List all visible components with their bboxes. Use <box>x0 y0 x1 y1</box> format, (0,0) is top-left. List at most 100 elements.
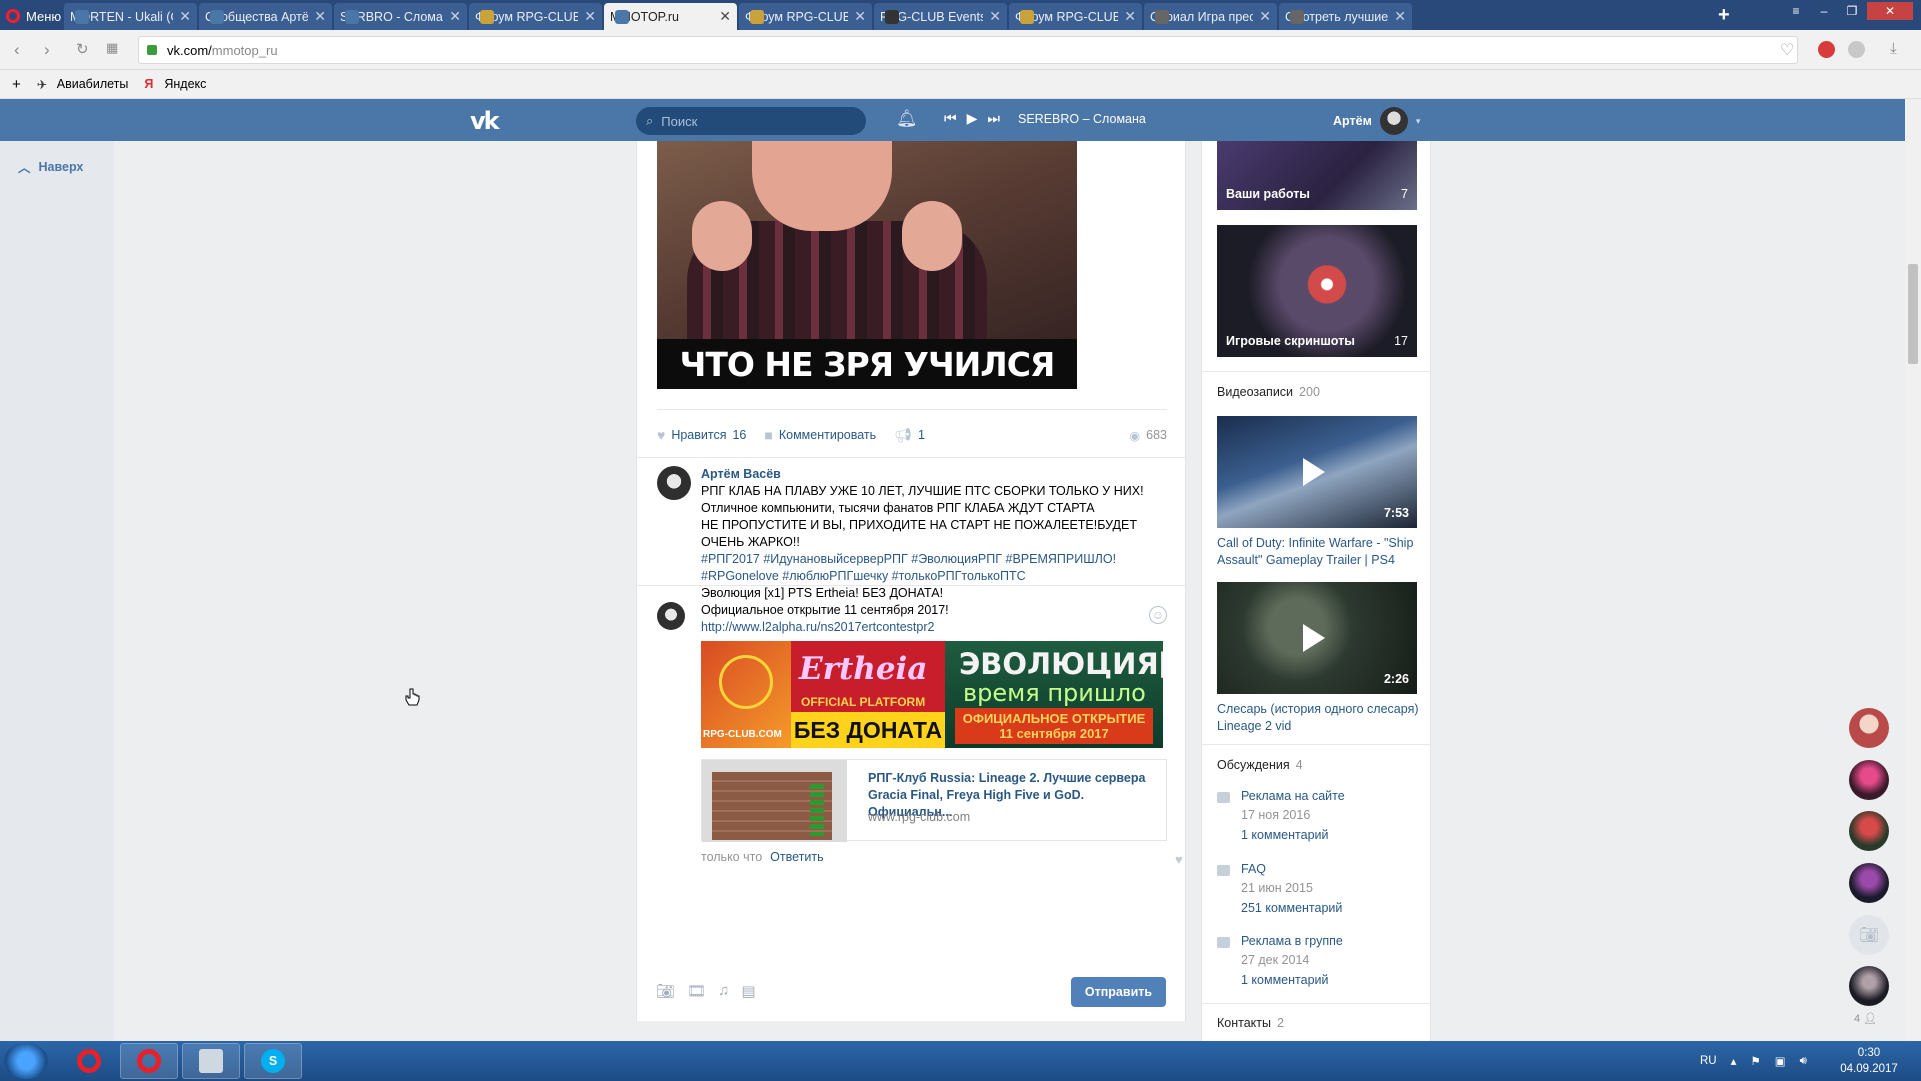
minimize-button[interactable]: – <box>1811 2 1837 20</box>
friend-avatar[interactable] <box>1849 966 1889 1006</box>
comment-input[interactable] <box>697 599 1137 635</box>
previous-track-icon[interactable]: ⏮︎ <box>944 110 957 127</box>
album-game-screenshots[interactable]: Игровые скриншоты 17 <box>1217 225 1417 357</box>
link-preview-card[interactable]: РПГ-Клуб Russia: Lineage 2. Лучшие серве… <box>701 759 1167 842</box>
videos-header[interactable]: Видеозаписи 200 <box>1217 385 1320 399</box>
page-scrollbar[interactable] <box>1905 99 1921 1041</box>
tab-close-icon[interactable]: ✕ <box>314 8 326 25</box>
comment-hashtags[interactable]: #РПГ2017 #ИдунановыйсерверРПГ #ЭволюцияР… <box>701 551 1171 568</box>
tab-close-icon[interactable]: ✕ <box>719 8 731 25</box>
bookmark-heart-icon[interactable]: ♡ <box>1780 40 1794 60</box>
discussion-comments[interactable]: 1 комментарий <box>1241 973 1328 987</box>
back-icon[interactable]: ‹ <box>14 40 20 60</box>
contacts-header[interactable]: Контакты 2 <box>1217 1016 1284 1030</box>
volume-icon[interactable]: 🔊︎ <box>1800 1055 1807 1068</box>
scrollbar-thumb[interactable] <box>1908 264 1918 364</box>
user-menu[interactable]: Артём ▾ <box>1333 107 1420 135</box>
tab-close-icon[interactable]: ✕ <box>989 8 1001 25</box>
taskbar-opera-pinned[interactable] <box>60 1043 118 1079</box>
taskbar-skype[interactable]: S <box>244 1043 302 1079</box>
post-image[interactable]: ЧТО НЕ ЗРЯ УЧИЛСЯ <box>657 141 1077 389</box>
tab-close-icon[interactable]: ✕ <box>1394 8 1406 25</box>
browser-tab[interactable]: Форум RPG-CLUB. Т✕ <box>469 3 602 30</box>
download-icon[interactable]: ⤓ <box>1890 40 1897 57</box>
system-clock[interactable]: 0:30 04.09.2017 <box>1838 1045 1900 1077</box>
camera-icon[interactable]: 📷︎ <box>656 982 675 1000</box>
video-title[interactable]: Слесарь (история одного слесаря) Lineage… <box>1217 701 1422 735</box>
share-button[interactable]: 📢︎ 1 <box>894 427 925 444</box>
tab-close-icon[interactable]: ✕ <box>1124 8 1136 25</box>
browser-tab[interactable]: SERBRO - Сломана✕ <box>334 3 467 30</box>
music-icon[interactable]: ♫ <box>718 982 729 1000</box>
video-thumbnail[interactable]: 2:26 <box>1217 582 1417 694</box>
add-bookmark-icon[interactable]: + <box>12 76 21 93</box>
taskbar-opera-window[interactable] <box>120 1043 178 1079</box>
comment-author-avatar[interactable] <box>657 466 691 500</box>
reload-icon[interactable]: ↻ <box>76 40 89 58</box>
speed-dial-icon[interactable]: ▦ <box>106 40 118 56</box>
discussion-title[interactable]: Реклама на сайте <box>1241 789 1345 803</box>
video-thumbnail[interactable]: 7:53 <box>1217 416 1417 528</box>
start-button[interactable] <box>4 1043 48 1079</box>
like-button[interactable]: ♥ Нравится 16 <box>657 427 746 443</box>
browser-tab[interactable]: RPG-CLUB Events Sc✕ <box>874 3 1007 30</box>
browser-tab[interactable]: Форум RPG-CLUB. Т✕ <box>1009 3 1142 30</box>
document-icon[interactable]: ▤ <box>741 982 755 1000</box>
notifications-bell-icon[interactable]: 🔔︎ <box>896 109 918 129</box>
tab-close-icon[interactable]: ✕ <box>179 8 191 25</box>
comment-author[interactable]: Артём Васёв <box>701 466 1171 483</box>
input-language[interactable]: RU <box>1700 1055 1717 1067</box>
discussion-comments[interactable]: 1 комментарий <box>1241 828 1328 842</box>
forward-icon[interactable]: › <box>44 40 50 60</box>
browser-tab[interactable]: Сериал Игра прест ✕ <box>1144 3 1277 30</box>
network-icon[interactable]: ▣ <box>1775 1054 1786 1068</box>
new-tab-button[interactable]: + <box>1718 4 1730 27</box>
globe-extension-icon[interactable] <box>1848 41 1865 58</box>
tab-menu-icon[interactable]: ≡ <box>1783 2 1809 20</box>
friend-avatar[interactable] <box>1849 708 1889 748</box>
play-icon[interactable]: ▶︎ <box>967 110 978 127</box>
friend-avatar[interactable] <box>1849 863 1889 903</box>
browser-tab[interactable]: Смотреть лучшие с ✕ <box>1279 3 1412 30</box>
comment-banner-image[interactable]: RPG-CLUB.COM Ertheia OFFICIAL PLATFORM Б… <box>701 641 1163 748</box>
send-button[interactable]: Отправить <box>1071 977 1166 1007</box>
scroll-top-button[interactable]: ︿ Наверх <box>18 157 83 176</box>
tab-close-icon[interactable]: ✕ <box>584 8 596 25</box>
browser-tab[interactable]: Форум RPG-CLUB. Т✕ <box>739 3 872 30</box>
flag-icon[interactable]: ⚑ <box>1750 1054 1760 1068</box>
url-input[interactable]: vk.com/mmotop_ru <box>138 36 1798 64</box>
discussion-comments[interactable]: 251 комментарий <box>1241 901 1342 915</box>
bookmark-aviabilety[interactable]: ✈ Авиабилеты <box>37 77 129 92</box>
tab-close-icon[interactable]: ✕ <box>1259 8 1271 25</box>
emoji-icon[interactable]: ☺ <box>1149 606 1167 624</box>
camera-icon[interactable]: 📷︎ <box>1849 915 1889 955</box>
close-window-button[interactable]: ✕ <box>1867 2 1913 20</box>
video-icon[interactable]: 🎞︎ <box>687 982 706 1000</box>
friends-online-count[interactable]: 4 👤︎ <box>1854 1012 1877 1025</box>
search-input[interactable]: ⌕ Поиск <box>636 107 866 135</box>
vk-logo-icon[interactable]: vk <box>470 107 506 135</box>
tab-close-icon[interactable]: ✕ <box>449 8 461 25</box>
taskbar-notepad[interactable] <box>182 1043 240 1079</box>
comment-like-heart-icon[interactable]: ♥ <box>1175 852 1183 867</box>
browser-tab[interactable]: Сообщества Артёма✕ <box>199 3 332 30</box>
video-title[interactable]: Call of Duty: Infinite Warfare - "Ship A… <box>1217 535 1422 569</box>
friend-avatar[interactable] <box>1849 760 1889 800</box>
bookmark-yandex[interactable]: Я Яндекс <box>144 77 206 91</box>
browser-menu-button[interactable]: Меню <box>6 6 61 26</box>
browser-tab[interactable]: MORTEN - Ukali (Ori✕ <box>64 3 197 30</box>
tray-arrow-icon[interactable]: ▴ <box>1731 1054 1737 1068</box>
vpn-extension-icon[interactable] <box>1818 41 1835 58</box>
browser-tab[interactable]: MMOTOP.ru ✕ <box>604 3 737 30</box>
now-playing-title[interactable]: SEREBRO – Сломана <box>1018 112 1146 126</box>
discussions-header[interactable]: Обсуждения 4 <box>1217 758 1303 772</box>
next-track-icon[interactable]: ⏭︎ <box>987 110 1000 127</box>
comment-hashtags[interactable]: #RPGonelove #люблюРПГшечку #толькоРПГтол… <box>701 568 1171 585</box>
discussion-title[interactable]: Реклама в группе <box>1241 934 1343 948</box>
tab-close-icon[interactable]: ✕ <box>854 8 866 25</box>
comment-button[interactable]: ■ Комментировать <box>764 427 876 443</box>
album-your-works[interactable]: Ваши работы 7 <box>1217 141 1417 210</box>
discussion-title[interactable]: FAQ <box>1241 862 1266 876</box>
friend-avatar[interactable] <box>1849 811 1889 851</box>
reply-button[interactable]: Ответить <box>770 850 823 864</box>
